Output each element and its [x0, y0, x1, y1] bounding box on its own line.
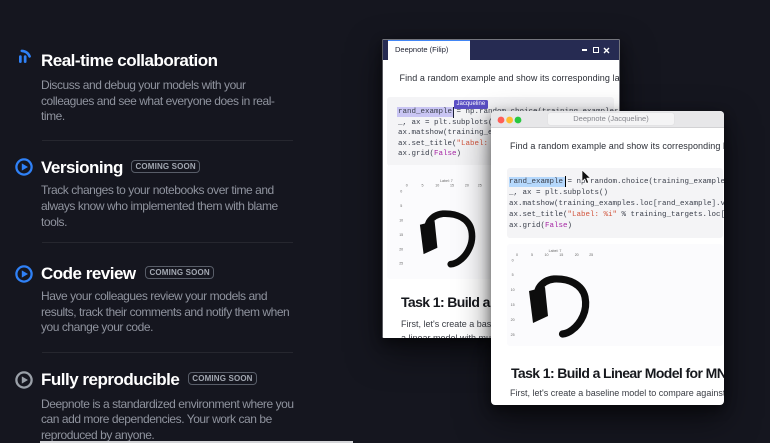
svg-text:25: 25	[511, 333, 515, 337]
svg-text:10: 10	[435, 183, 439, 187]
svg-text:5: 5	[400, 204, 402, 208]
svg-text:0: 0	[400, 189, 402, 193]
svg-text:0: 0	[512, 258, 514, 262]
svg-text:25: 25	[478, 183, 482, 187]
svg-text:0: 0	[406, 183, 408, 187]
svg-text:20: 20	[465, 183, 469, 187]
svg-text:20: 20	[511, 318, 515, 322]
svg-text:10: 10	[511, 288, 515, 292]
svg-text:10: 10	[399, 218, 403, 222]
svg-text:10: 10	[545, 253, 549, 257]
svg-text:20: 20	[575, 253, 579, 257]
svg-text:15: 15	[450, 183, 454, 187]
svg-text:15: 15	[399, 233, 403, 237]
svg-text:0: 0	[516, 253, 518, 257]
svg-text:5: 5	[512, 273, 514, 277]
svg-text:15: 15	[511, 303, 515, 307]
svg-text:25: 25	[399, 261, 403, 265]
svg-text:5: 5	[531, 253, 533, 257]
svg-text:5: 5	[422, 183, 424, 187]
svg-text:15: 15	[559, 253, 563, 257]
svg-text:25: 25	[589, 253, 593, 257]
svg-text:20: 20	[399, 247, 403, 251]
